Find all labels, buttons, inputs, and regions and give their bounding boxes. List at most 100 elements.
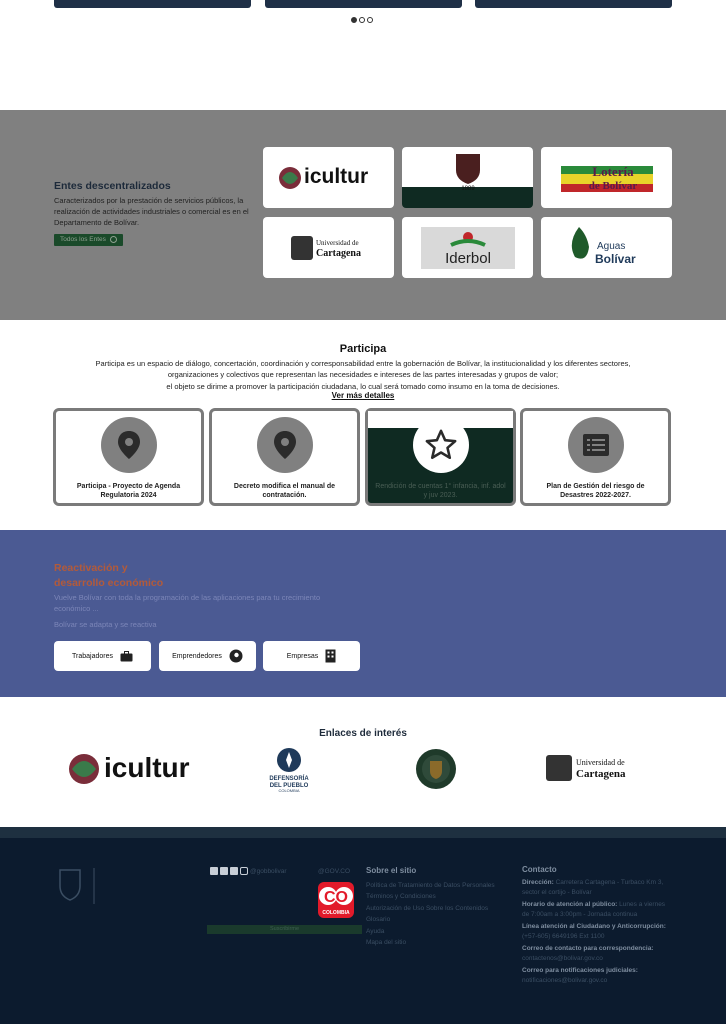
subscribe-button[interactable]: Suscribirme bbox=[207, 925, 362, 934]
contacto-column: Contacto Dirección: Carretera Cartagena … bbox=[522, 865, 674, 986]
button-label: Todos los Entes bbox=[60, 236, 106, 243]
gobernacion-emblem[interactable] bbox=[54, 866, 96, 906]
universidad-de-cartagena-logo: Universidad de Cartagena bbox=[546, 755, 626, 781]
participa-card[interactable]: Decreto modifica el manual de contrataci… bbox=[209, 408, 360, 506]
horario-label: Horario de atención al público: bbox=[522, 901, 618, 908]
twitter-icon[interactable] bbox=[220, 867, 228, 875]
facebook-icon[interactable] bbox=[210, 867, 218, 875]
participa-card[interactable]: Participa - Proyecto de Agenda Regulator… bbox=[53, 408, 204, 506]
youtube-icon[interactable] bbox=[230, 867, 238, 875]
svg-text:Iderbol: Iderbol bbox=[445, 250, 491, 267]
site-footer: @gobbolivar @GOV.CO CO COLOMBIA Suscribi… bbox=[0, 838, 726, 1024]
policia-escudo-logo bbox=[416, 749, 456, 789]
enlace-udc[interactable]: Universidad de Cartagena bbox=[544, 752, 638, 784]
footer-link[interactable]: Ayuda bbox=[366, 926, 506, 938]
svg-text:Bolívar: Bolívar bbox=[595, 252, 636, 266]
svg-text:Aguas: Aguas bbox=[597, 241, 625, 252]
emprendedores-button[interactable]: Emprendedores bbox=[159, 641, 256, 671]
button-label: Emprendedores bbox=[172, 652, 222, 660]
carousel-dot[interactable] bbox=[367, 17, 373, 23]
svg-text:DEFENSORÍA: DEFENSORÍA bbox=[269, 774, 309, 782]
button-label: Empresas bbox=[286, 652, 319, 660]
ente-card-iderbol[interactable]: Iderbol bbox=[402, 217, 533, 278]
participa-card[interactable]: Plan de Gestión del riesgo de Desastres … bbox=[520, 408, 671, 506]
correo-block: Correo de contacto para correspondencia:… bbox=[522, 944, 674, 964]
notificaciones-value[interactable]: notificaciones@bolivar.gov.co bbox=[522, 976, 674, 986]
footer-link[interactable]: Política de Tratamiento de Datos Persona… bbox=[366, 880, 506, 892]
contacto-title: Contacto bbox=[522, 865, 557, 874]
carousel-slide[interactable] bbox=[54, 0, 251, 8]
svg-text:icultur: icultur bbox=[304, 165, 368, 188]
participa-section: Participa Participa es un espacio de diá… bbox=[0, 320, 726, 530]
svg-text:icultur: icultur bbox=[104, 752, 190, 783]
svg-text:Universidad de: Universidad de bbox=[316, 239, 359, 247]
enlace-defensoria[interactable]: DEFENSORÍA DEL PUEBLO COLOMBIA bbox=[266, 746, 312, 792]
svg-text:1889: 1889 bbox=[461, 186, 475, 190]
social-links: @gobbolivar bbox=[210, 867, 287, 875]
participa-desc-line: organizaciones y colectivos que represen… bbox=[167, 370, 559, 380]
participa-card-label: Decreto modifica el manual de contrataci… bbox=[233, 483, 336, 499]
ver-mas-detalles-link[interactable]: Ver más detalles bbox=[0, 391, 726, 400]
enlaces-title: Enlaces de interés bbox=[319, 728, 407, 739]
ente-card-escudo[interactable]: 1889 bbox=[402, 147, 533, 208]
entes-section: Entes descentralizados Caracterizados po… bbox=[0, 110, 726, 320]
idea-head-icon bbox=[229, 649, 243, 663]
correo-label: Correo de contacto para correspondencia: bbox=[522, 945, 654, 952]
gobernacion-logo bbox=[59, 868, 95, 904]
title-line: desarrollo económico bbox=[54, 577, 164, 589]
govco-label[interactable]: @GOV.CO bbox=[318, 868, 350, 875]
participa-card-label: Participa - Proyecto de Agenda Regulator… bbox=[76, 483, 181, 499]
universidad-de-cartagena-logo: Universidad de Cartagena bbox=[290, 235, 361, 260]
participa-card-label: Plan de Gestión del riesgo de Desastres … bbox=[546, 483, 645, 499]
entes-description: Caracterizados por la prestación de serv… bbox=[54, 196, 249, 227]
reactivacion-title: Reactivación y desarrollo económico bbox=[54, 561, 254, 591]
participa-card[interactable]: Rendición de cuentas 1° infancia, inf. a… bbox=[365, 408, 516, 506]
linea-value[interactable]: (+57-605) 6649196 Ext 1100 bbox=[522, 932, 674, 942]
sobre-el-sitio-column: Sobre el sitio Política de Tratamiento d… bbox=[366, 865, 506, 949]
reactivacion-subtitle: Bolívar se adapta y se reactiva bbox=[54, 620, 157, 629]
empresas-button[interactable]: Empresas bbox=[263, 641, 360, 671]
linea-label: Línea atención al Ciudadano y Anticorrup… bbox=[522, 923, 666, 930]
carousel-dot[interactable] bbox=[351, 17, 357, 23]
svg-text:COLOMBIA: COLOMBIA bbox=[322, 910, 350, 916]
notificaciones-block: Correo para notificaciones judiciales: n… bbox=[522, 966, 674, 986]
footer-link[interactable]: Términos y Condiciones bbox=[366, 891, 506, 903]
footer-strip bbox=[0, 827, 726, 838]
svg-text:CO: CO bbox=[324, 889, 348, 906]
svg-text:COLOMBIA: COLOMBIA bbox=[278, 788, 299, 792]
co-colombia-logo[interactable]: CO COLOMBIA bbox=[314, 880, 358, 920]
svg-text:de Bolívar: de Bolívar bbox=[588, 180, 637, 192]
button-label: Trabajadores bbox=[72, 652, 113, 660]
participa-title: Participa bbox=[339, 343, 387, 355]
participa-desc-line: Participa es un espacio de diálogo, conc… bbox=[95, 359, 631, 368]
carousel-slide[interactable] bbox=[265, 0, 462, 8]
map-pin-icon bbox=[257, 417, 313, 473]
ente-card-icultur[interactable]: icultur bbox=[263, 147, 394, 208]
carousel-dots bbox=[351, 17, 373, 23]
correo-value[interactable]: contactenos@bolivar.gov.co bbox=[522, 954, 674, 964]
direccion-block: Dirección: Carretera Cartagena - Turbaco… bbox=[522, 878, 674, 898]
reactivacion-description: Vuelve Bolívar con toda la programación … bbox=[54, 593, 321, 613]
enlaces-section: Enlaces de interés icultur DEFENSORÍA DE… bbox=[0, 697, 726, 827]
carousel-dot[interactable] bbox=[359, 17, 365, 23]
arrow-circle-icon bbox=[109, 235, 117, 243]
linea-block: Línea atención al Ciudadano y Anticorrup… bbox=[522, 922, 674, 942]
entes-title: Entes descentralizados bbox=[54, 180, 171, 192]
footer-link[interactable]: Mapa del sitio bbox=[366, 937, 506, 949]
instagram-icon[interactable] bbox=[240, 867, 248, 875]
escudo-1889-logo: 1889 bbox=[455, 153, 480, 190]
footer-link[interactable]: Autorización de Uso Sobre los Contenidos bbox=[366, 903, 506, 915]
enlace-policia[interactable] bbox=[414, 747, 458, 791]
trabajadores-button[interactable]: Trabajadores bbox=[54, 641, 151, 671]
social-handle: @gobbolivar bbox=[250, 867, 287, 875]
ente-card-udc[interactable]: Universidad de Cartagena bbox=[263, 217, 394, 278]
footer-link[interactable]: Glosario bbox=[366, 914, 506, 926]
enlace-icultur[interactable]: icultur bbox=[64, 747, 206, 791]
todos-los-entes-button[interactable]: Todos los Entes bbox=[54, 234, 123, 246]
aguas-de-bolivar-logo: Aguas Bolívar bbox=[571, 226, 636, 266]
ente-card-aguas[interactable]: Aguas Bolívar bbox=[541, 217, 672, 278]
ente-card-loteria[interactable]: Lotería de Bolívar bbox=[541, 147, 672, 208]
carousel-slide[interactable] bbox=[475, 0, 672, 8]
building-icon bbox=[325, 649, 336, 663]
svg-text:Cartagena: Cartagena bbox=[316, 248, 361, 259]
